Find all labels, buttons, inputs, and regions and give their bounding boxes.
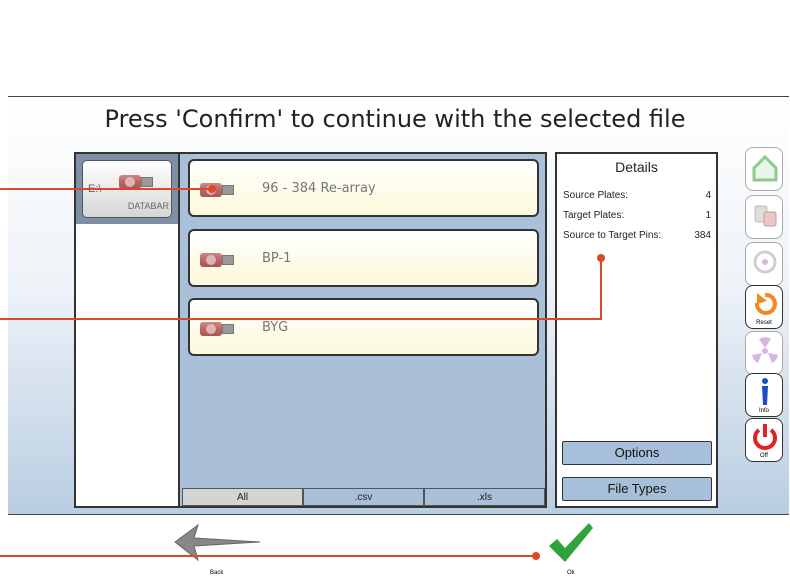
off-label: Off: [760, 453, 768, 459]
detail-label: Target Plates:: [563, 210, 625, 221]
detail-row: Source to Target Pins: 384: [563, 230, 711, 241]
usb-drive-icon: [119, 175, 155, 189]
reset-button[interactable]: Reset: [745, 285, 783, 329]
detail-row: Source Plates: 4: [563, 190, 711, 201]
detail-row: Target Plates: 1: [563, 210, 711, 221]
detail-value: 4: [705, 190, 711, 201]
detail-label: Source to Target Pins:: [563, 230, 662, 241]
back-arrow-icon: [174, 523, 261, 562]
file-browser: E:\ DATABAR 96 - 384 Re-array BP-1 BYG A…: [74, 152, 547, 508]
filter-tab-all[interactable]: All: [182, 488, 303, 506]
drive-pane: E:\ DATABAR: [76, 154, 180, 506]
callout-line: [0, 188, 212, 190]
ok-button[interactable]: Ok: [545, 520, 595, 576]
back-label: Back: [210, 570, 224, 576]
file-types-button[interactable]: File Types: [562, 477, 712, 501]
detail-label: Source Plates:: [563, 190, 629, 201]
bottles-icon: [754, 205, 777, 227]
checkmark-icon: [549, 523, 593, 562]
reset-icon: [754, 292, 777, 315]
callout-line: [0, 318, 602, 320]
reagents-button[interactable]: [745, 195, 783, 239]
file-name: BYG: [262, 320, 289, 335]
refresh-icon: [753, 250, 777, 274]
filter-tab-xls[interactable]: .xls: [424, 488, 545, 506]
callout-dot: [597, 254, 605, 262]
file-item[interactable]: 96 - 384 Re-array: [188, 159, 539, 217]
file-name: 96 - 384 Re-array: [262, 181, 376, 196]
usb-file-icon: [200, 183, 236, 197]
radiation-button[interactable]: [745, 331, 783, 375]
file-item[interactable]: BP-1: [188, 229, 539, 287]
detail-value: 1: [705, 210, 711, 221]
usb-file-icon: [200, 322, 236, 336]
top-bar: [8, 0, 789, 97]
callout-line: [600, 258, 602, 320]
options-button[interactable]: Options: [562, 441, 712, 465]
file-name: BP-1: [262, 251, 292, 266]
detail-value: 384: [694, 230, 711, 241]
power-off-button[interactable]: Off: [745, 418, 783, 462]
radiation-icon: [752, 337, 778, 363]
page-title: Press 'Confirm' to continue with the sel…: [104, 105, 686, 133]
callout-line: [0, 555, 537, 557]
info-button[interactable]: Info: [745, 373, 783, 417]
power-icon: [753, 424, 777, 450]
refresh-button[interactable]: [745, 242, 783, 286]
filter-tabs: All .csv .xls: [182, 488, 545, 506]
details-title: Details: [615, 159, 658, 175]
callout-dot: [208, 185, 216, 193]
usb-file-icon: [200, 253, 236, 267]
ok-label: Ok: [567, 570, 575, 576]
file-item[interactable]: BYG: [188, 298, 539, 356]
reset-label: Reset: [756, 320, 772, 326]
back-button[interactable]: Back: [170, 520, 266, 576]
home-button[interactable]: [745, 147, 783, 191]
info-icon: [762, 378, 768, 405]
bottom-bar: [8, 515, 789, 578]
info-label: Info: [758, 408, 769, 414]
drive-label: DATABAR: [127, 201, 169, 211]
callout-dot: [532, 552, 540, 560]
filter-tab-csv[interactable]: .csv: [303, 488, 424, 506]
file-list: 96 - 384 Re-array BP-1 BYG: [182, 154, 545, 488]
details-panel: Details Source Plates: 4 Target Plates: …: [555, 152, 718, 508]
home-icon: [752, 154, 778, 182]
